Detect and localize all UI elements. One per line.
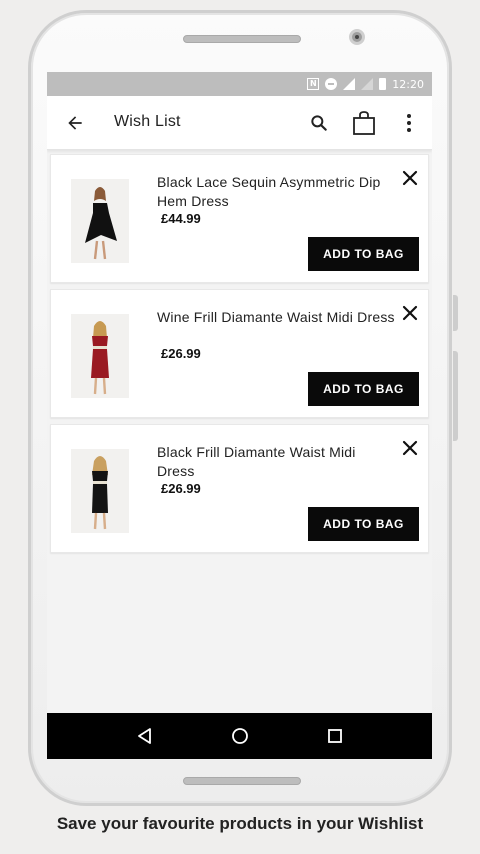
page-title: Wish List [114,113,181,130]
speaker-top [183,35,301,43]
shopping-bag-icon[interactable] [351,110,377,136]
status-time: 12:20 [392,77,424,91]
screen: N 12:20 Wish List Black Lace Sequin Asym… [47,72,432,759]
wishlist-item[interactable]: Black Lace Sequin Asymmetric Dip Hem Dre… [50,154,429,283]
do-not-disturb-icon [325,78,338,90]
product-price: £44.99 [161,211,201,226]
wishlist: Black Lace Sequin Asymmetric Dip Hem Dre… [47,150,432,713]
wishlist-item[interactable]: Wine Frill Diamante Waist Midi Dress £26… [50,289,429,418]
product-name[interactable]: Wine Frill Diamante Waist Midi Dress [157,308,397,327]
product-image[interactable] [71,179,129,263]
add-to-bag-button[interactable]: ADD TO BAG [308,372,419,406]
nav-recents-icon[interactable] [325,726,345,746]
promo-caption: Save your favourite products in your Wis… [56,814,424,833]
product-price: £26.99 [161,346,201,361]
cell-signal-icon [361,78,374,90]
arrow-left-icon[interactable] [65,113,85,133]
close-icon[interactable] [401,439,419,457]
app-bar: Wish List [47,96,432,150]
product-name[interactable]: Black Frill Diamante Waist Midi Dress [157,443,397,481]
wifi-signal-icon [343,78,356,90]
add-to-bag-button[interactable]: ADD TO BAG [308,507,419,541]
search-icon[interactable] [309,113,329,133]
product-name[interactable]: Black Lace Sequin Asymmetric Dip Hem Dre… [157,173,397,211]
add-to-bag-button[interactable]: ADD TO BAG [308,237,419,271]
product-image[interactable] [71,449,129,533]
speaker-bottom [183,777,301,785]
system-nav-bar [47,713,432,759]
product-price: £26.99 [161,481,201,496]
close-icon[interactable] [401,169,419,187]
close-icon[interactable] [401,304,419,322]
nav-home-icon[interactable] [230,726,250,746]
wishlist-item[interactable]: Black Frill Diamante Waist Midi Dress £2… [50,424,429,553]
battery-icon [379,78,387,90]
volume-button [453,295,458,331]
front-camera [349,29,365,45]
power-button [453,351,458,441]
nav-back-icon[interactable] [135,726,155,746]
nfc-icon: N [307,78,320,90]
more-vert-icon[interactable] [399,112,419,134]
status-bar: N 12:20 [47,72,432,96]
product-image[interactable] [71,314,129,398]
